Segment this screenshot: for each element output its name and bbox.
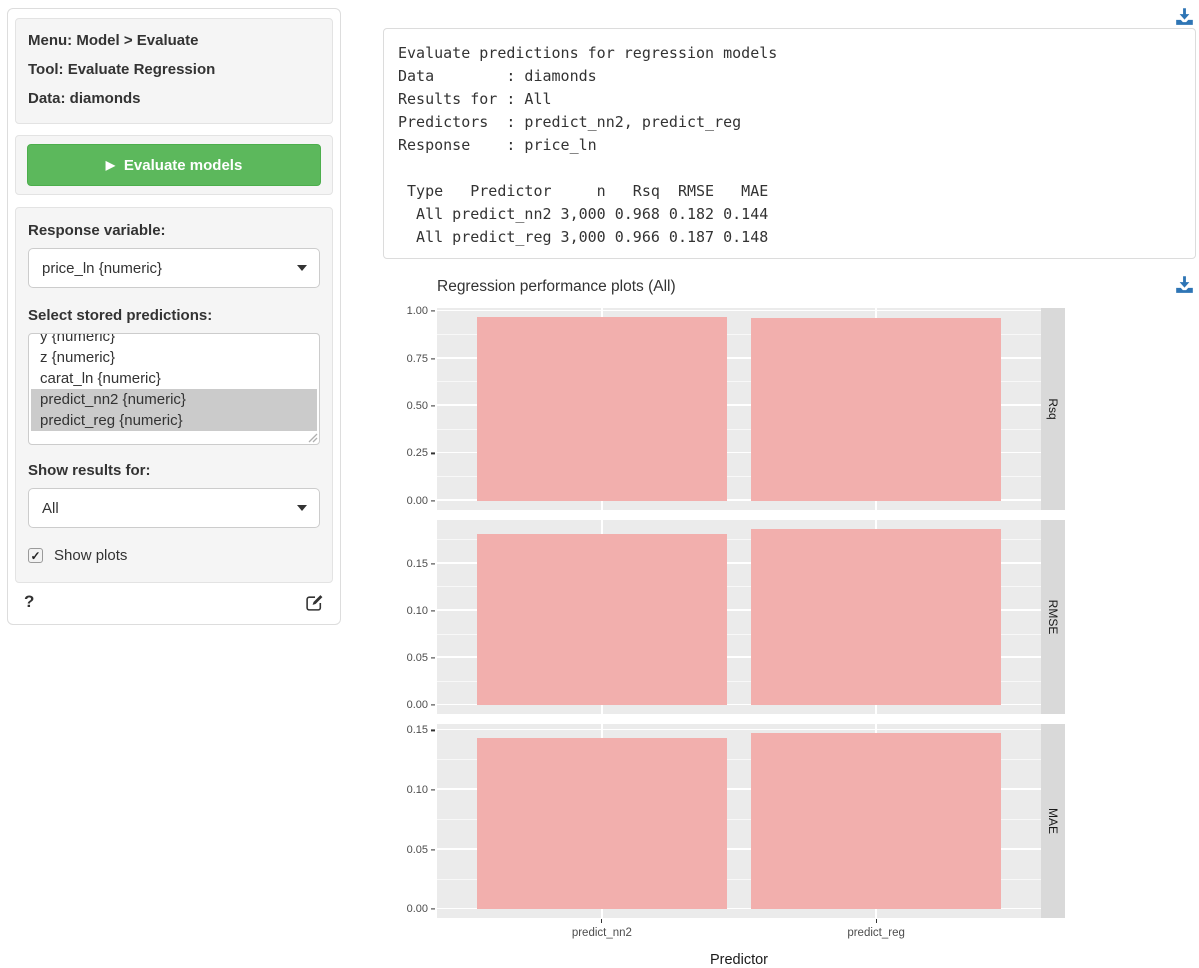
x-tick-mark [601,919,602,923]
facet-strip: RMSE [1041,520,1065,714]
show-results-for-select[interactable]: All [28,488,320,528]
y-tick-mark [431,500,435,501]
y-tick-label: 0.00 [407,903,428,915]
y-tick-mark [431,909,435,910]
chevron-down-icon [297,505,307,511]
play-icon: ▶ [106,159,115,171]
facet-strip-label: MAE [1046,808,1060,834]
y-tick-mark [431,705,435,706]
response-variable-label: Response variable: [28,222,320,239]
plot-panel [437,308,1041,510]
plot-panel [437,724,1041,918]
sidebar: Menu: Model > Evaluate Tool: Evaluate Re… [7,8,341,625]
bar [477,317,728,501]
edit-report-button[interactable] [305,593,324,612]
y-tick-mark [431,789,435,790]
bar [751,318,1002,501]
show-plots-row: ✓ Show plots [28,547,320,564]
x-tick-label: predict_reg [847,927,905,939]
y-tick-label: 0.05 [407,844,428,856]
y-tick-label: 0.05 [407,652,428,664]
pencil-square-icon [305,593,324,612]
y-tick-mark [431,610,435,611]
action-panel: ▶ Evaluate models [15,135,333,195]
y-tick-mark [431,657,435,658]
chart-title: Regression performance plots (All) [437,278,1065,296]
list-item[interactable]: y {numeric} [31,333,317,347]
settings-panel: Response variable: price_ln {numeric} Se… [15,207,333,583]
y-tick-mark [431,730,435,731]
summary-panel: Menu: Model > Evaluate Tool: Evaluate Re… [15,18,333,124]
y-tick-label: 0.75 [407,353,428,365]
bar [751,529,1002,705]
facet-strip-label: Rsq [1046,398,1060,419]
regression-performance-chart: Regression performance plots (All) 0.000… [387,278,1065,968]
stored-predictions-label: Select stored predictions: [28,307,320,324]
plot-panel [437,520,1041,714]
list-item[interactable]: z {numeric} [31,347,317,368]
evaluate-models-button-label: Evaluate models [124,157,242,174]
y-tick-label: 0.00 [407,495,428,507]
list-item[interactable]: predict_nn2 {numeric} [31,389,317,410]
y-tick-mark [431,358,435,359]
facet-strip: Rsq [1041,308,1065,510]
tool-name: Tool: Evaluate Regression [28,61,320,78]
response-variable-select[interactable]: price_ln {numeric} [28,248,320,288]
y-tick-mark [431,563,435,564]
stored-predictions-listbox[interactable]: y {numeric}z {numeric}carat_ln {numeric}… [28,333,320,445]
y-tick-mark [431,849,435,850]
facet-row: 0.00 0.05 0.10 0.15 RMSE [387,520,1065,714]
y-tick-label: 0.15 [407,724,428,736]
show-results-for-value: All [42,500,59,517]
y-axis: 0.00 0.05 0.10 0.15 [387,520,437,714]
sidebar-footer: ? [15,583,333,612]
y-tick-label: 0.15 [407,558,428,570]
y-tick-label: 0.50 [407,400,428,412]
summary-output: Evaluate predictions for regression mode… [383,28,1196,259]
summary-text: Evaluate predictions for regression mode… [398,42,1195,249]
y-tick-label: 0.10 [407,784,428,796]
facet-strip-label: RMSE [1046,600,1060,635]
main-content: Evaluate predictions for regression mode… [383,0,1196,966]
help-button[interactable]: ? [24,592,34,612]
x-tick-label: predict_nn2 [572,927,632,939]
y-tick-label: 0.00 [407,699,428,711]
facet-row: 0.00 0.25 0.50 0.75 1.00 Rsq [387,308,1065,510]
download-icon [1175,7,1194,26]
y-axis: 0.00 0.25 0.50 0.75 1.00 [387,308,437,510]
x-tick-mark [876,919,877,923]
response-variable-value: price_ln {numeric} [42,260,162,277]
y-tick-label: 0.10 [407,605,428,617]
resize-handle-icon[interactable] [308,433,318,443]
chevron-down-icon [297,265,307,271]
y-axis: 0.00 0.05 0.10 0.15 [387,724,437,918]
show-plots-label: Show plots [54,547,127,564]
facet-strip: MAE [1041,724,1065,918]
list-item[interactable]: carat_ln {numeric} [31,368,317,389]
menu-breadcrumb: Menu: Model > Evaluate [28,32,320,49]
facet-row: 0.00 0.05 0.10 0.15 MAE [387,724,1065,918]
bar [751,733,1002,909]
bar [477,738,728,910]
plot-output: Regression performance plots (All) 0.000… [387,270,1196,968]
y-tick-label: 0.25 [407,447,428,459]
x-axis: predict_nn2 predict_reg [387,918,1065,950]
dataset-name: Data: diamonds [28,90,320,107]
list-item[interactable]: predict_reg {numeric} [31,410,317,431]
y-tick-mark [431,311,435,312]
y-tick-mark [431,405,435,406]
y-tick-mark [431,453,435,454]
download-summary-button[interactable] [1175,7,1194,26]
y-tick-label: 1.00 [407,305,428,317]
show-results-for-label: Show results for: [28,462,320,479]
bar [477,534,728,706]
evaluate-models-button[interactable]: ▶ Evaluate models [27,144,321,186]
show-plots-checkbox[interactable]: ✓ [28,548,43,563]
